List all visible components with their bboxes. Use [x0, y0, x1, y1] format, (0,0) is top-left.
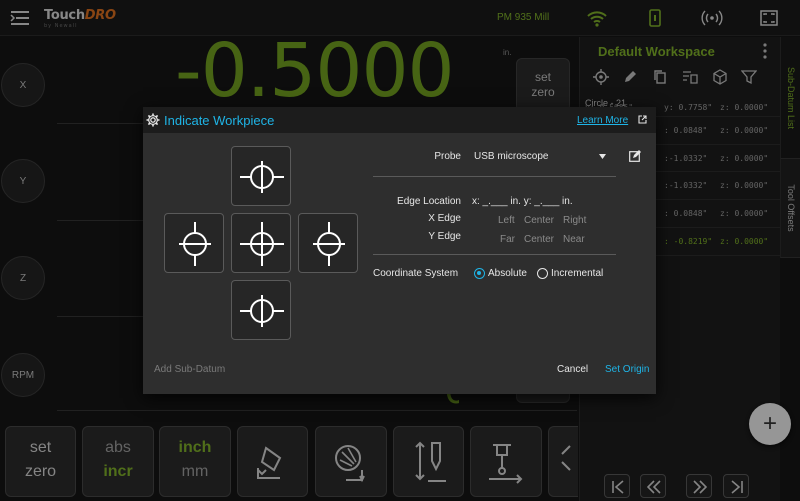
dialog-header: Indicate Workpiece Learn More [143, 107, 656, 133]
y-edge-near[interactable]: Near [563, 234, 585, 245]
y-edge-label: Y Edge [428, 231, 461, 242]
absolute-radio-label[interactable]: Absolute [488, 268, 527, 279]
x-edge-left[interactable]: Left [498, 215, 515, 226]
crosshair-icon [240, 222, 284, 266]
separator [373, 176, 616, 177]
probe-far-button[interactable] [231, 146, 291, 206]
learn-more-link[interactable]: Learn More [577, 115, 628, 126]
x-edge-right[interactable]: Right [563, 215, 586, 226]
x-edge-label: X Edge [428, 213, 461, 224]
edge-location-value: x: _.___ in. y: _.___ in. [472, 196, 573, 207]
dialog-title: Indicate Workpiece [164, 113, 275, 128]
absolute-radio[interactable] [474, 268, 485, 279]
set-origin-button[interactable]: Set Origin [605, 364, 649, 375]
y-edge-center[interactable]: Center [524, 234, 554, 245]
external-link-icon[interactable] [638, 115, 647, 124]
y-edge-far[interactable]: Far [500, 234, 515, 245]
add-sub-datum-button[interactable]: Add Sub-Datum [154, 364, 225, 375]
chevron-down-icon[interactable] [599, 154, 606, 159]
cancel-button[interactable]: Cancel [557, 364, 588, 375]
gear-icon [146, 113, 160, 127]
crosshair-icon [240, 161, 284, 193]
probe-select[interactable]: USB microscope [474, 151, 548, 162]
coordinate-system-label: Coordinate System [373, 268, 459, 279]
probe-right-button[interactable] [298, 213, 358, 273]
probe-near-button[interactable] [231, 280, 291, 340]
indicate-workpiece-dialog: Indicate Workpiece Learn More Probe USB … [143, 107, 656, 394]
crosshair-icon [240, 295, 284, 327]
edge-location-label: Edge Location [397, 196, 461, 207]
separator [373, 254, 616, 255]
probe-left-button[interactable] [164, 213, 224, 273]
crosshair-icon [179, 222, 211, 266]
incremental-radio-label[interactable]: Incremental [551, 268, 603, 279]
incremental-radio[interactable] [537, 268, 548, 279]
crosshair-icon [313, 222, 345, 266]
probe-label: Probe [434, 151, 461, 162]
probe-center-button[interactable] [231, 213, 291, 273]
edit-icon[interactable] [629, 150, 641, 162]
x-edge-center[interactable]: Center [524, 215, 554, 226]
